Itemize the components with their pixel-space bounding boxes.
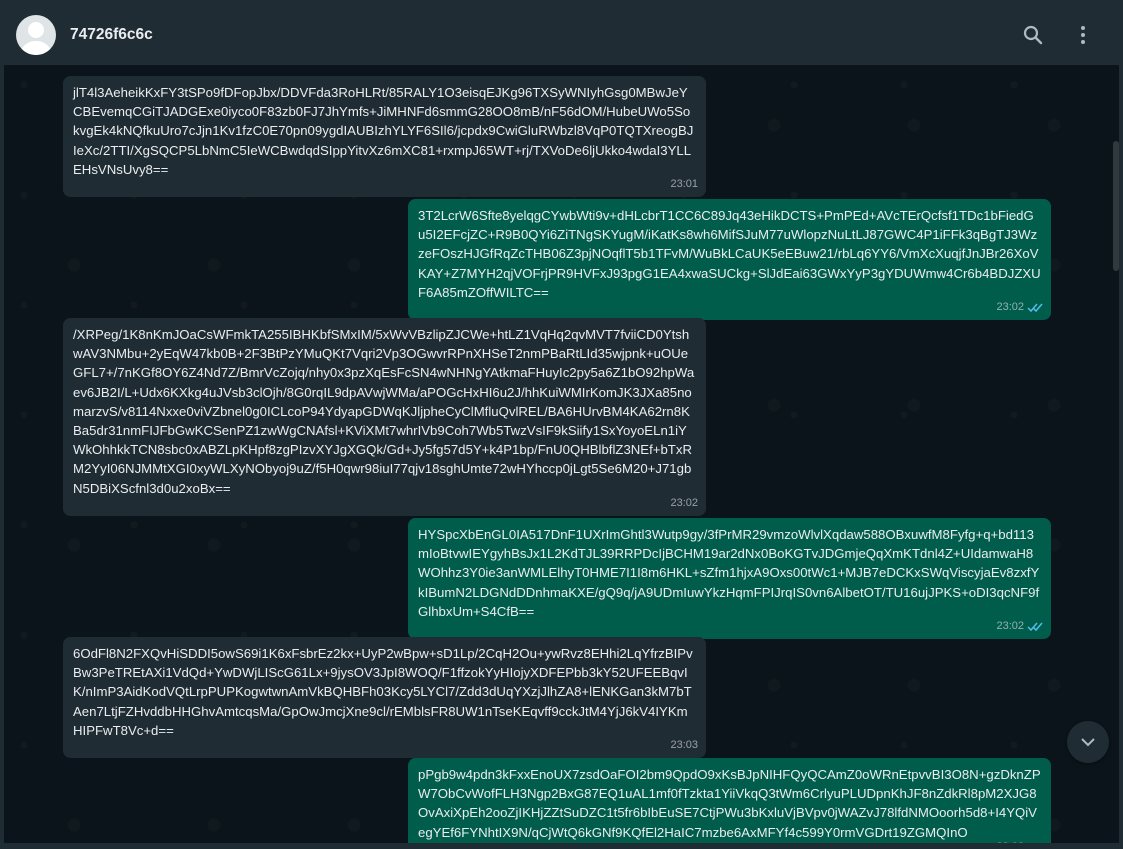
message-bubble-incoming[interactable]: jlT4l3AeheikKxFY3tSPo9fDFopJbx/DDVFda3Ro… [63,76,706,198]
message-meta: 23:01 [670,175,698,194]
message-time: 23:01 [670,177,698,190]
read-ticks-icon [1027,302,1043,313]
read-ticks-icon [1027,621,1043,632]
message-bubble-incoming[interactable]: /XRPeg/1K8nKmJOaCsWFmkTA255IBHKbfSMxIM/5… [63,318,706,516]
message-time: 23:02 [670,496,698,509]
avatar-head-shape [28,22,44,38]
message-time: 23:02 [996,300,1024,313]
message-text: /XRPeg/1K8nKmJOaCsWFmkTA255IBHKbfSMxIM/5… [73,327,695,496]
contact-name[interactable]: 74726f6c6c [70,26,153,44]
kebab-menu-icon[interactable] [1070,22,1096,48]
message-text: 3T2LcrW6Sfte8yelqgCYwbWti9v+dHLcbrT1CC6C… [418,208,1041,300]
message-text: HYSpcXbEnGL0IA517DnF1UXrImGhtl3Wutp9gy/3… [418,527,1040,619]
chat-window: 74726f6c6c jlT4l3AeheikKxFY3tSPo9fDFopJb… [0,0,1123,849]
composer-bar-edge [4,843,1119,849]
avatar-body-shape [21,41,51,55]
message-meta: 23:03 [670,736,698,755]
chevron-down-icon [1081,738,1095,747]
message-meta: 23:02 [670,494,698,513]
scroll-to-bottom-button[interactable] [1067,721,1109,763]
message-bubble-outgoing[interactable]: HYSpcXbEnGL0IA517DnF1UXrImGhtl3Wutp9gy/3… [408,518,1051,640]
search-icon[interactable] [1020,22,1046,48]
chat-header: 74726f6c6c [4,4,1119,65]
message-text: jlT4l3AeheikKxFY3tSPo9fDFopJbx/DDVFda3Ro… [73,85,694,177]
message-text: 6OdFl8N2FXQvHiSDDI5owS69i1K6xFsbrEz2kx+U… [73,646,693,738]
message-time: 23:03 [670,738,698,751]
message-text: pPgb9w4pdn3kFxxEnoUX7zsdOaFOI2bm9QpdO9xK… [418,767,1041,840]
avatar[interactable] [16,15,56,55]
message-bubble-incoming[interactable]: 6OdFl8N2FXQvHiSDDI5owS69i1K6xFsbrEz2kx+U… [63,637,706,759]
message-meta: 23:02 [996,298,1043,317]
message-meta: 23:02 [996,617,1043,636]
message-time: 23:02 [996,619,1024,632]
message-list[interactable]: jlT4l3AeheikKxFY3tSPo9fDFopJbx/DDVFda3Ro… [4,65,1119,849]
message-bubble-outgoing[interactable]: 3T2LcrW6Sfte8yelqgCYwbWti9v+dHLcbrT1CC6C… [408,199,1051,321]
scrollbar-thumb[interactable] [1113,141,1119,271]
message-bubble-outgoing[interactable]: pPgb9w4pdn3kFxxEnoUX7zsdOaFOI2bm9QpdO9xK… [408,758,1051,849]
